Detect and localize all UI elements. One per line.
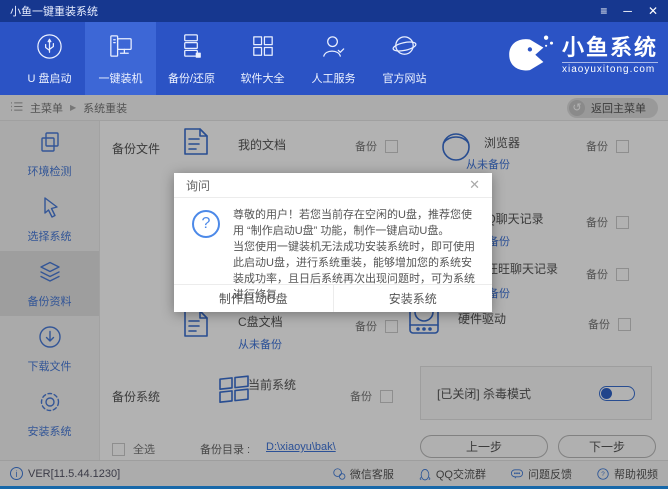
brand-logo: 小鱼系统 xiaoyuxitong.com: [502, 29, 658, 82]
dialog-close-icon[interactable]: ✕: [469, 177, 480, 193]
install-system-button[interactable]: 安装系统: [334, 285, 493, 312]
nav-item-label: 软件大全: [240, 72, 285, 85]
computer-icon: [106, 32, 135, 64]
nav-item-website[interactable]: 官方网站: [369, 22, 440, 95]
grid-icon: [248, 32, 277, 64]
nav-item-label: 官方网站: [382, 72, 427, 85]
nav-item-label: U 盘启动: [27, 72, 72, 85]
fish-logo-icon: [502, 29, 556, 82]
window-title: 小鱼一键重装系统: [10, 6, 98, 18]
logo-domain: xiaoyuxitong.com: [561, 61, 658, 75]
nav-item-software[interactable]: 软件大全: [227, 22, 298, 95]
server-icon: [177, 32, 206, 64]
nav-item-label: 人工服务: [311, 72, 356, 85]
close-icon[interactable]: ✕: [648, 0, 658, 22]
nav-item-backup-restore[interactable]: 备份/还原: [156, 22, 227, 95]
main-nav: U 盘启动 一键装机 备份/还原 软件大全 人工服务 官方网站 小鱼系统 xia…: [0, 22, 668, 95]
nav-item-label: 一键装机: [98, 72, 143, 85]
nav-item-usb-boot[interactable]: U 盘启动: [14, 22, 85, 95]
make-boot-usb-button[interactable]: 制作启动U盘: [174, 285, 334, 312]
window-controls: ≡ ─ ✕: [600, 0, 658, 22]
usb-prompt-dialog: 询问 ✕ ? 尊敬的用户！若您当前存在空闲的U盘，推荐您使用 “制作启动U盘” …: [174, 173, 492, 312]
nav-item-label: 备份/还原: [167, 72, 216, 85]
nav-item-one-key-install[interactable]: 一键装机: [85, 22, 156, 95]
logo-name: 小鱼系统: [561, 34, 658, 60]
dialog-message-p1: 尊敬的用户！若您当前存在空闲的U盘，推荐您使用 “制作启动U盘” 功能，制作一键…: [233, 209, 472, 237]
usb-icon: [35, 32, 64, 64]
question-mark-icon: ?: [192, 210, 220, 238]
titlebar: 小鱼一键重装系统 ≡ ─ ✕: [0, 0, 668, 22]
nav-item-service[interactable]: 人工服务: [298, 22, 369, 95]
person-icon: [319, 32, 348, 64]
minimize-icon[interactable]: ─: [623, 0, 632, 22]
globe-icon: [390, 32, 419, 64]
menu-icon[interactable]: ≡: [600, 0, 607, 22]
dialog-title: 询问: [186, 178, 211, 193]
